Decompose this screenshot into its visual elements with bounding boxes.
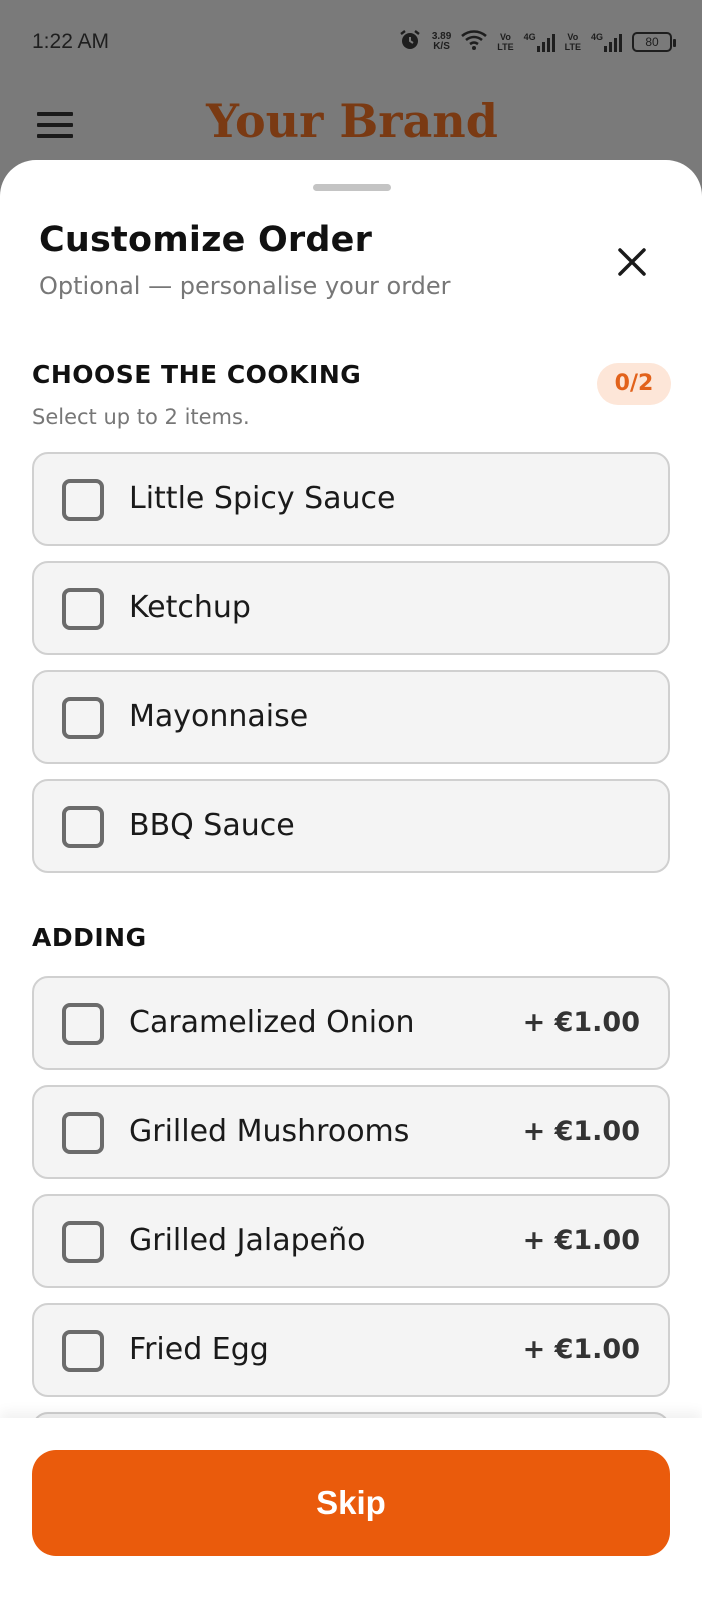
checkbox[interactable]	[62, 479, 104, 521]
option-price: + €1.00	[522, 1007, 640, 1038]
option-grilled-jalapeno[interactable]: Grilled Jalapeño + €1.00	[32, 1194, 670, 1288]
checkbox[interactable]	[62, 806, 104, 848]
option-little-spicy-sauce[interactable]: Little Spicy Sauce	[32, 452, 670, 546]
sheet-footer: Skip	[0, 1418, 702, 1599]
volte-sim2: Vo LTE	[564, 32, 581, 52]
option-label: Fried Egg	[129, 1332, 269, 1367]
sheet-title: Customize Order	[39, 220, 373, 260]
option-fried-egg[interactable]: Fried Egg + €1.00	[32, 1303, 670, 1397]
checkbox[interactable]	[62, 1112, 104, 1154]
customize-order-sheet: Customize Order Optional — personalise y…	[0, 160, 702, 1599]
checkbox[interactable]	[62, 1003, 104, 1045]
signal-sim2: 4G	[591, 32, 622, 52]
close-button[interactable]	[608, 238, 656, 286]
network-speed: 3.89 K/S	[431, 31, 452, 52]
skip-button[interactable]: Skip	[32, 1450, 670, 1556]
option-label: Caramelized Onion	[129, 1005, 415, 1040]
checkbox[interactable]	[62, 1330, 104, 1372]
wifi-icon	[461, 30, 488, 54]
signal-sim1: 4G	[524, 32, 555, 52]
option-price: + €1.00	[522, 1334, 640, 1365]
sheet-drag-handle[interactable]	[313, 184, 391, 191]
close-icon	[618, 248, 646, 276]
volte-sim1: Vo LTE	[497, 32, 514, 52]
option-mayonnaise[interactable]: Mayonnaise	[32, 670, 670, 764]
signal-bars-icon	[604, 32, 622, 52]
brand-logo: Your Brand	[206, 94, 498, 148]
option-label: Mayonnaise	[129, 699, 309, 734]
status-time: 1:22 AM	[32, 30, 110, 53]
signal-bars-icon	[536, 32, 555, 52]
status-icons: 3.89 K/S Vo LTE 4G Vo LTE 4G 80	[398, 28, 676, 56]
option-label: Grilled Jalapeño	[129, 1223, 366, 1258]
selection-count-badge: 0/2	[597, 363, 671, 405]
checkbox[interactable]	[62, 588, 104, 630]
option-price: + €1.00	[522, 1225, 640, 1256]
option-label: Ketchup	[129, 590, 251, 625]
option-ketchup[interactable]: Ketchup	[32, 561, 670, 655]
section-title-adding: ADDING	[32, 923, 147, 952]
section-title-cooking: CHOOSE THE COOKING	[32, 360, 362, 389]
option-label: Little Spicy Sauce	[129, 481, 396, 516]
battery-icon: 80	[632, 32, 676, 52]
alarm-icon	[398, 28, 422, 56]
option-caramelized-onion[interactable]: Caramelized Onion + €1.00	[32, 976, 670, 1070]
app-bar: Your Brand	[0, 90, 702, 160]
sheet-subtitle: Optional — personalise your order	[39, 272, 451, 300]
section-hint: Select up to 2 items.	[32, 405, 250, 429]
option-bbq-sauce[interactable]: BBQ Sauce	[32, 779, 670, 873]
option-grilled-mushrooms[interactable]: Grilled Mushrooms + €1.00	[32, 1085, 670, 1179]
option-label: Grilled Mushrooms	[129, 1114, 410, 1149]
option-price: + €1.00	[522, 1116, 640, 1147]
option-label: BBQ Sauce	[129, 808, 295, 843]
checkbox[interactable]	[62, 1221, 104, 1263]
status-bar: 1:22 AM 3.89 K/S Vo LTE 4G Vo LTE 4G 80	[0, 0, 702, 90]
checkbox[interactable]	[62, 697, 104, 739]
